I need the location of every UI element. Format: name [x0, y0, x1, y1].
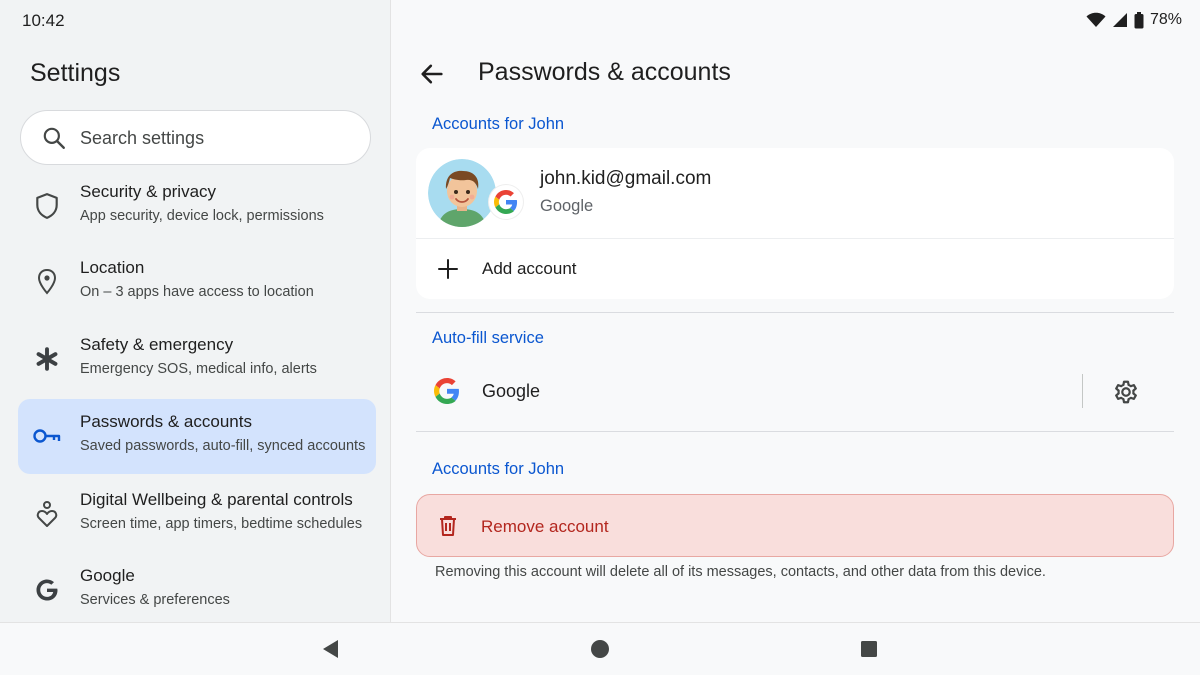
- sidebar-item-title: Passwords & accounts: [80, 412, 252, 431]
- gear-icon[interactable]: [1112, 378, 1140, 406]
- sidebar-item-passwords-accounts[interactable]: Passwords & accounts Saved passwords, au…: [18, 399, 376, 474]
- autofill-service-name: Google: [482, 381, 541, 401]
- back-arrow-icon[interactable]: [418, 60, 446, 88]
- page-title: Passwords & accounts: [478, 58, 731, 86]
- cell-signal-icon: [1112, 13, 1127, 27]
- divider: [416, 431, 1174, 432]
- trash-icon: [440, 516, 456, 536]
- section-label-accounts: Accounts for John: [432, 115, 565, 133]
- settings-sidebar: 10:42 Settings Search settings Security …: [0, 0, 391, 622]
- wellbeing-icon: [32, 499, 62, 529]
- shield-icon: [32, 191, 62, 221]
- account-row[interactable]: john.kid@gmail.com Google: [416, 148, 1174, 238]
- sidebar-item-title: Digital Wellbeing & parental controls: [80, 490, 353, 509]
- location-pin-icon: [32, 267, 62, 297]
- sidebar-item-security-privacy[interactable]: Security & privacy App security, device …: [18, 169, 376, 244]
- account-email: john.kid@gmail.com: [540, 168, 712, 189]
- sidebar-item-location[interactable]: Location On – 3 apps have access to loca…: [18, 245, 376, 320]
- sidebar-item-safety-emergency[interactable]: Safety & emergency Emergency SOS, medica…: [18, 322, 376, 397]
- sidebar-item-subtitle: Screen time, app timers, bedtime schedul…: [80, 516, 363, 532]
- status-time: 10:42: [22, 11, 65, 30]
- asterisk-icon: [32, 344, 62, 374]
- add-account-button[interactable]: Add account: [416, 239, 1174, 299]
- sidebar-item-title: Google: [80, 566, 135, 585]
- google-g-icon: [32, 575, 62, 605]
- square-recents-icon: [861, 641, 877, 657]
- search-placeholder: Search settings: [80, 128, 205, 148]
- sidebar-item-digital-wellbeing[interactable]: Digital Wellbeing & parental controls Sc…: [18, 477, 376, 552]
- battery-icon: [1134, 11, 1144, 28]
- home-nav-button[interactable]: [588, 637, 612, 661]
- section-label-remove: Accounts for John: [432, 460, 565, 478]
- sidebar-item-subtitle: Emergency SOS, medical info, alerts: [80, 361, 317, 377]
- search-icon: [43, 127, 65, 149]
- wifi-icon: [1086, 12, 1106, 27]
- sidebar-item-subtitle: App security, device lock, permissions: [80, 208, 324, 224]
- autofill-service-row[interactable]: Google: [416, 358, 1174, 424]
- sidebar-item-subtitle: Saved passwords, auto-fill, synced accou…: [80, 438, 366, 454]
- google-badge-icon: [489, 185, 523, 219]
- accounts-card: john.kid@gmail.com Google Add account: [416, 148, 1174, 299]
- add-account-label: Add account: [482, 259, 577, 278]
- back-nav-button[interactable]: [318, 637, 342, 661]
- detail-pane: 78% Passwords & accounts Accounts for Jo…: [392, 0, 1200, 622]
- sidebar-title: Settings: [30, 59, 121, 87]
- search-input[interactable]: Search settings: [20, 110, 371, 165]
- triangle-back-icon: [323, 640, 338, 658]
- recents-nav-button[interactable]: [857, 637, 881, 661]
- remove-account-button[interactable]: Remove account: [416, 494, 1174, 557]
- status-icons: 78%: [1086, 11, 1182, 29]
- sidebar-item-title: Location: [80, 258, 145, 277]
- system-nav-bar: [0, 622, 1200, 675]
- divider: [416, 312, 1174, 313]
- section-label-autofill: Auto-fill service: [432, 329, 544, 347]
- avatar: [428, 159, 496, 227]
- sidebar-item-google[interactable]: Google Services & preferences: [18, 553, 376, 628]
- account-type: Google: [540, 197, 594, 215]
- battery-percent: 78%: [1149, 11, 1182, 28]
- google-logo-icon: [434, 378, 459, 404]
- sidebar-item-subtitle: Services & preferences: [80, 592, 230, 608]
- plus-icon: [438, 259, 458, 279]
- sidebar-item-subtitle: On – 3 apps have access to location: [80, 284, 314, 300]
- circle-home-icon: [591, 640, 609, 658]
- key-icon: [32, 421, 62, 451]
- sidebar-item-title: Safety & emergency: [80, 335, 234, 354]
- remove-account-label: Remove account: [481, 517, 609, 536]
- sidebar-item-title: Security & privacy: [80, 182, 217, 201]
- divider: [1082, 374, 1083, 408]
- remove-warning-text: Removing this account will delete all of…: [435, 564, 1046, 580]
